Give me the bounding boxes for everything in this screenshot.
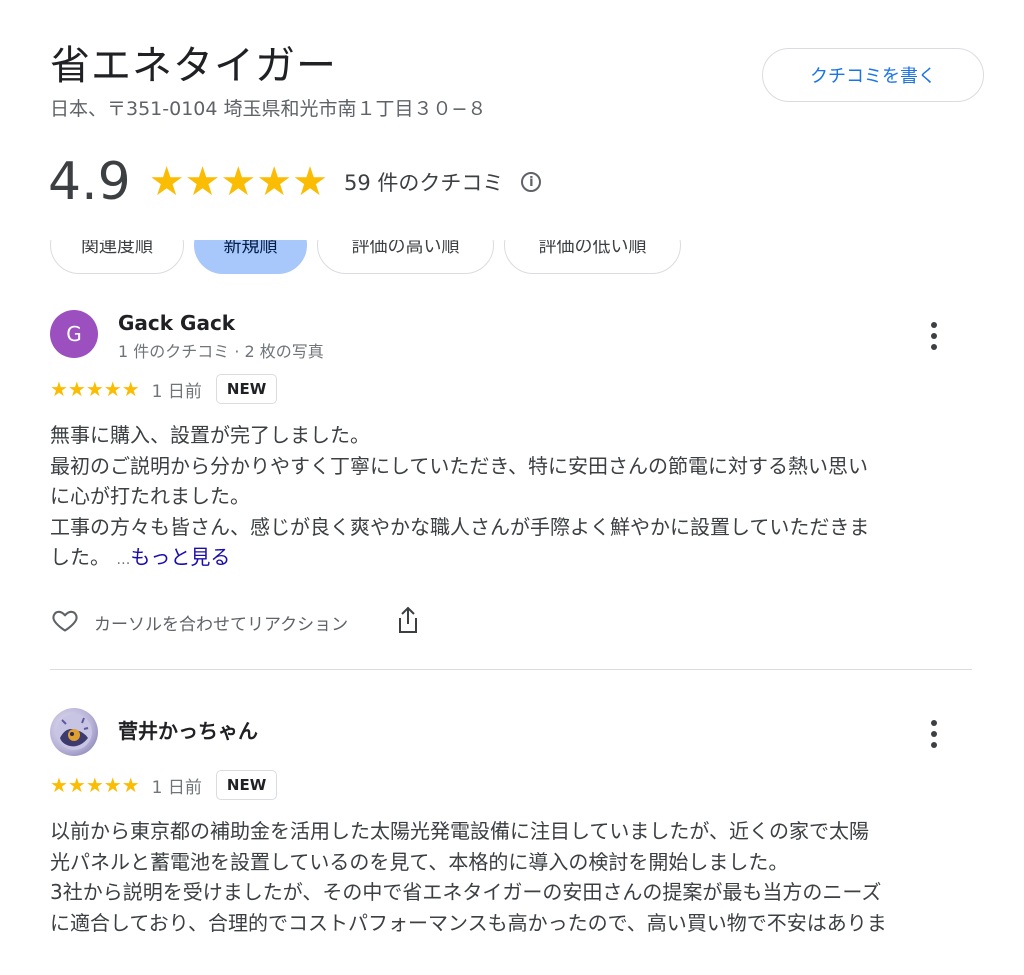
reaction-label[interactable]: カーソルを合わせてリアクション: [94, 610, 348, 635]
review-text: 以前から東京都の補助金を活用した太陽光発電設備に注目していましたが、近くの家で太…: [50, 816, 972, 938]
review-card: G Gack Gack 1 件のクチコミ · 2 枚の写真 ★★★★★ 1 日前…: [50, 310, 972, 650]
chip-relevance[interactable]: 関連度順: [50, 240, 184, 274]
more-options-icon[interactable]: [930, 720, 938, 748]
review-line: 工事の方々も皆さん、感じが良く爽やかな職人さんが手際よく鮮やかに設置していただき…: [50, 514, 870, 539]
review-count: 59 件のクチコミ: [344, 171, 504, 195]
author-name[interactable]: Gack Gack: [118, 310, 235, 336]
new-badge: NEW: [215, 374, 278, 404]
review-card: 菅井かっちゃん ★★★★★ 1 日前 NEW 以前から東京都の補助金を活用した太…: [50, 708, 972, 975]
author-name[interactable]: 菅井かっちゃん: [118, 718, 258, 744]
chip-newest[interactable]: 新規順: [194, 240, 307, 274]
sort-chips: 関連度順 新規順 評価の高い順 評価の低い順: [0, 240, 1024, 276]
review-line: した。: [50, 545, 110, 569]
review-actions: カーソルを合わせてリアクション: [50, 606, 420, 638]
review-line: に適合しており、合理的でコストパフォーマンスも高かったので、高い買い物で不安はあ…: [50, 910, 887, 935]
more-link[interactable]: もっと見る: [130, 545, 230, 569]
new-badge: NEW: [215, 770, 278, 800]
review-line: 最初のご説明から分かりやすく丁寧にしていただき、特に安田さんの節電に対する熱い思…: [50, 453, 868, 478]
review-line-last: した。 …もっと見る: [50, 542, 972, 576]
review-meta: ★★★★★ 1 日前 NEW: [50, 374, 278, 404]
divider: [50, 669, 972, 670]
review-time: 1 日前: [151, 381, 202, 402]
review-meta: ★★★★★ 1 日前 NEW: [50, 770, 278, 800]
review-line: 光パネルと蓄電池を設置しているのを見て、本格的に導入の検討を開始しました。: [50, 849, 789, 874]
info-icon[interactable]: i: [521, 172, 542, 192]
heart-icon[interactable]: [50, 606, 80, 638]
rating-stars: ★★★★★: [148, 159, 328, 205]
chip-lowest[interactable]: 評価の低い順: [504, 240, 681, 274]
review-stars: ★★★★★: [50, 377, 140, 401]
review-text: 無事に購入、設置が完了しました。 最初のご説明から分かりやすく丁寧にしていただき…: [50, 420, 972, 576]
review-stars: ★★★★★: [50, 773, 140, 797]
review-line: 3社から説明を受けましたが、その中で省エネタイガーの安田さんの提案が最も当方のニ…: [50, 880, 882, 904]
author-meta: 1 件のクチコミ · 2 枚の写真: [118, 342, 324, 361]
ellipsis: …: [116, 552, 131, 568]
review-line: 無事に購入、設置が完了しました。: [50, 423, 370, 447]
review-line: 以前から東京都の補助金を活用した太陽光発電設備に注目していましたが、近くの家で太…: [50, 819, 869, 843]
avatar[interactable]: [50, 708, 98, 756]
review-line: に心が打たれました。: [50, 484, 250, 508]
rating-summary: 4.9 ★★★★★ 59 件のクチコミ i: [48, 150, 542, 214]
chip-highest[interactable]: 評価の高い順: [317, 240, 494, 274]
share-icon[interactable]: [396, 606, 420, 638]
avatar[interactable]: G: [50, 310, 98, 358]
write-review-button[interactable]: クチコミを書く: [762, 48, 984, 102]
average-rating: 4.9: [48, 152, 131, 212]
more-options-icon[interactable]: [930, 322, 938, 350]
review-time: 1 日前: [151, 777, 202, 798]
